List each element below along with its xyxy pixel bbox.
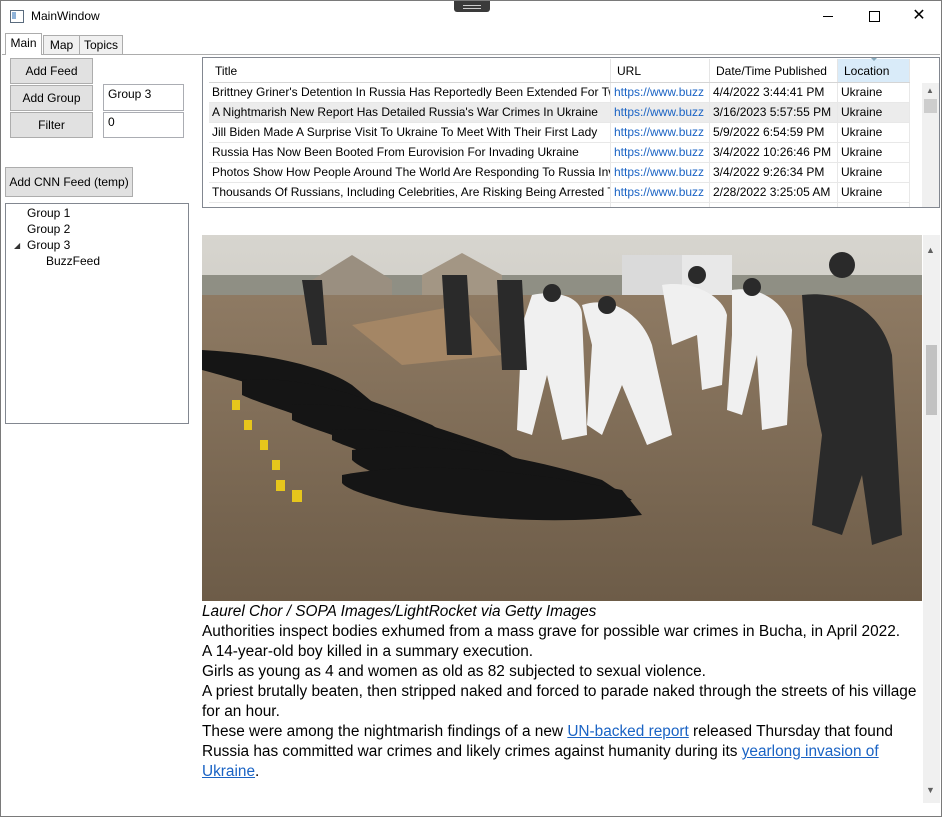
- tab-topics[interactable]: Topics: [79, 35, 123, 55]
- article-scrollbar[interactable]: ▲ ▼: [923, 235, 940, 803]
- article-text-fragment: .: [255, 763, 260, 780]
- scroll-down-icon[interactable]: ▼: [926, 785, 935, 795]
- cell-location[interactable]: New Mexico: [838, 203, 910, 207]
- close-icon: ✕: [912, 7, 926, 24]
- column-header-location-label: Location: [844, 64, 890, 78]
- table-row[interactable]: A Nightmarish New Report Has Detailed Ru…: [209, 103, 910, 123]
- main-window: MainWindow ✕ Main Map Topics Add Feed Ad…: [0, 0, 942, 817]
- cell-url[interactable]: https://www.buzz: [611, 163, 710, 182]
- cell-date[interactable]: 4/4/2022 3:44:41 PM: [710, 83, 838, 102]
- snap-grip-handle[interactable]: [454, 1, 490, 12]
- column-header-title[interactable]: Title: [209, 59, 611, 82]
- cell-location[interactable]: Ukraine: [838, 83, 910, 102]
- maximize-button[interactable]: [851, 1, 897, 31]
- cell-url[interactable]: https://www.buzz: [611, 83, 710, 102]
- close-button[interactable]: ✕: [896, 1, 941, 31]
- cell-url[interactable]: https://www.buzz: [611, 203, 710, 207]
- table-row[interactable]: The Biden Administration Has Been Planni…: [209, 203, 910, 207]
- scroll-up-icon[interactable]: ▲: [926, 86, 934, 95]
- cell-title[interactable]: Photos Show How People Around The World …: [209, 163, 611, 182]
- un-report-link[interactable]: UN-backed report: [567, 723, 688, 740]
- cell-location[interactable]: Ukraine: [838, 143, 910, 162]
- article-viewer: Laurel Chor / SOPA Images/LightRocket vi…: [202, 235, 922, 815]
- cell-title[interactable]: Thousands Of Russians, Including Celebri…: [209, 183, 611, 202]
- column-header-url[interactable]: URL: [611, 59, 710, 82]
- cell-url[interactable]: https://www.buzz: [611, 103, 710, 122]
- article-paragraph: Girls as young as 4 and women as old as …: [202, 663, 706, 680]
- tree-item-group-1[interactable]: Group 1: [27, 206, 70, 220]
- scrollbar-thumb[interactable]: [924, 99, 937, 113]
- tree-item-group-3[interactable]: Group 3: [27, 238, 70, 252]
- add-group-button[interactable]: Add Group: [10, 85, 93, 111]
- sort-arrow-icon: [870, 58, 878, 61]
- cell-title[interactable]: Jill Biden Made A Surprise Visit To Ukra…: [209, 123, 611, 142]
- table-row[interactable]: Brittney Griner's Detention In Russia Ha…: [209, 83, 910, 103]
- cell-title[interactable]: A Nightmarish New Report Has Detailed Ru…: [209, 103, 611, 122]
- article-text-fragment: These were among the nightmarish finding…: [202, 723, 568, 740]
- scroll-up-icon[interactable]: ▲: [926, 245, 935, 255]
- tab-main[interactable]: Main: [5, 33, 42, 55]
- article-paragraph: A priest brutally beaten, then stripped …: [202, 683, 917, 720]
- cell-date[interactable]: 3/4/2022 9:26:34 PM: [710, 163, 838, 182]
- article-paragraph: Authorities inspect bodies exhumed from …: [202, 623, 901, 640]
- photo-caption: Laurel Chor / SOPA Images/LightRocket vi…: [202, 603, 597, 620]
- table-row[interactable]: Jill Biden Made A Surprise Visit To Ukra…: [209, 123, 910, 143]
- add-feed-button[interactable]: Add Feed: [10, 58, 93, 84]
- article-photo: [202, 235, 922, 601]
- cell-date[interactable]: 5/9/2022 6:54:59 PM: [710, 123, 838, 142]
- cell-date[interactable]: 3/16/2023 5:57:55 PM: [710, 103, 838, 122]
- datagrid-header: Title URL Date/Time Published Location: [209, 58, 910, 83]
- cell-url[interactable]: https://www.buzz: [611, 143, 710, 162]
- articles-datagrid[interactable]: Title URL Date/Time Published Location B…: [202, 57, 940, 208]
- group-name-input[interactable]: Group 3: [103, 84, 184, 111]
- window-icon: [10, 10, 24, 23]
- cell-location[interactable]: Ukraine: [838, 103, 910, 122]
- datagrid-rows: Brittney Griner's Detention In Russia Ha…: [209, 83, 910, 207]
- main-tab-panel: Add Feed Add Group Filter Group 3 0 Add …: [2, 54, 940, 816]
- minimize-icon: [823, 15, 833, 17]
- tree-item-group-2[interactable]: Group 2: [27, 222, 70, 236]
- cell-date[interactable]: 2/28/2022 3:25:05 AM: [710, 183, 838, 202]
- cell-date[interactable]: 3/4/2022 10:26:46 PM: [710, 143, 838, 162]
- article-paragraph: These were among the nightmarish finding…: [202, 722, 922, 782]
- article-body: Laurel Chor / SOPA Images/LightRocket vi…: [202, 602, 922, 782]
- datagrid-scrollbar[interactable]: ▲: [922, 83, 939, 207]
- maximize-icon: [868, 10, 880, 22]
- tree-item-buzzfeed[interactable]: BuzzFeed: [46, 254, 100, 268]
- cell-location[interactable]: Ukraine: [838, 123, 910, 142]
- expand-triangle-icon[interactable]: ◢: [14, 241, 20, 250]
- title-bar[interactable]: MainWindow ✕: [1, 1, 941, 31]
- cell-location[interactable]: Ukraine: [838, 183, 910, 202]
- cell-date[interactable]: 3/10/2022 10:31:51 PM: [710, 203, 838, 207]
- cell-url[interactable]: https://www.buzz: [611, 183, 710, 202]
- tab-map[interactable]: Map: [43, 35, 80, 55]
- column-header-location[interactable]: Location: [838, 58, 910, 82]
- article-paragraph: A 14-year-old boy killed in a summary ex…: [202, 643, 534, 660]
- filter-input[interactable]: 0: [103, 112, 184, 138]
- minimize-button[interactable]: [805, 1, 851, 31]
- table-row[interactable]: Thousands Of Russians, Including Celebri…: [209, 183, 910, 203]
- window-title: MainWindow: [31, 9, 100, 23]
- cell-location[interactable]: Ukraine: [838, 163, 910, 182]
- cell-title[interactable]: The Biden Administration Has Been Planni…: [209, 203, 611, 207]
- add-cnn-feed-button[interactable]: Add CNN Feed (temp): [5, 167, 133, 197]
- cell-title[interactable]: Russia Has Now Been Booted From Eurovisi…: [209, 143, 611, 162]
- table-row[interactable]: Photos Show How People Around The World …: [209, 163, 910, 183]
- filter-button[interactable]: Filter: [10, 112, 93, 138]
- scrollbar-thumb[interactable]: [926, 345, 937, 415]
- feed-group-tree[interactable]: Group 1 Group 2 ◢ Group 3 BuzzFeed: [5, 203, 189, 424]
- cell-title[interactable]: Brittney Griner's Detention In Russia Ha…: [209, 83, 611, 102]
- cell-url[interactable]: https://www.buzz: [611, 123, 710, 142]
- column-header-date[interactable]: Date/Time Published: [710, 59, 838, 82]
- table-row[interactable]: Russia Has Now Been Booted From Eurovisi…: [209, 143, 910, 163]
